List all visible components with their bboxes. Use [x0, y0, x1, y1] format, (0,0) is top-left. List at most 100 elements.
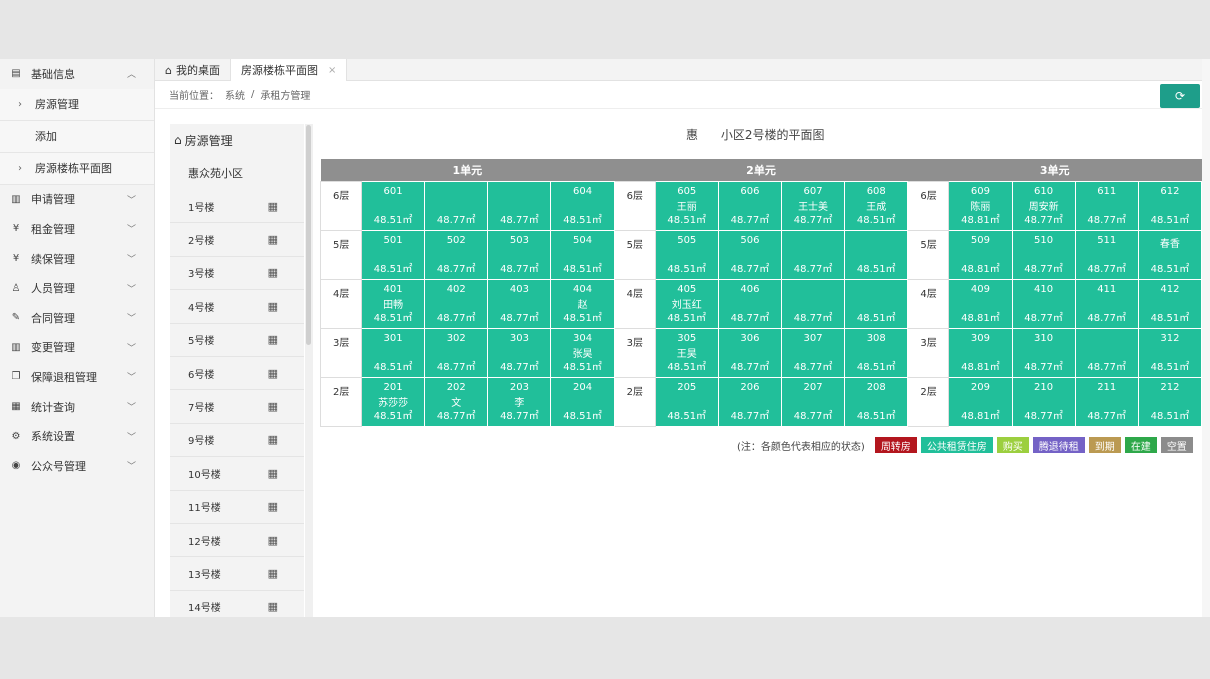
- building-item[interactable]: 11号楼 ▦: [170, 491, 304, 524]
- sidebar-item[interactable]: ▦ 统计查询 ﹀: [0, 392, 154, 422]
- room-cell[interactable]: 212 48.51㎡: [1137, 376, 1202, 427]
- room-cell[interactable]: 510 48.77㎡: [1011, 229, 1076, 280]
- room-cell[interactable]: 610 周安新 48.77㎡: [1011, 180, 1076, 231]
- building-item[interactable]: 7号楼 ▦: [170, 390, 304, 424]
- sidebar-item[interactable]: ✎ 合同管理 ﹀: [0, 303, 154, 333]
- room-cell[interactable]: 204 48.51㎡: [550, 376, 615, 427]
- room-cell[interactable]: 606 48.77㎡: [717, 180, 782, 231]
- room-number: 502: [446, 234, 466, 246]
- sidebar-item[interactable]: ¥ 租金管理 ﹀: [0, 214, 154, 244]
- building-item[interactable]: 12号楼 ▦: [170, 524, 304, 558]
- room-cell[interactable]: 307 48.77㎡: [780, 327, 846, 378]
- room-cell[interactable]: 304 张昊 48.51㎡: [550, 327, 615, 378]
- building-item[interactable]: 10号楼 ▦: [170, 457, 304, 491]
- estate-name[interactable]: 惠众苑小区: [170, 156, 304, 190]
- room-cell[interactable]: 48.77㎡: [424, 180, 489, 231]
- sidebar-item[interactable]: ▥ 申请管理 ﹀: [0, 185, 154, 215]
- building-item[interactable]: 6号楼 ▦: [170, 357, 304, 391]
- building-item[interactable]: 14号楼 ▦: [170, 591, 304, 617]
- room-cell[interactable]: 509 48.81㎡: [948, 229, 1013, 280]
- sidebar-item[interactable]: ¥ 续保管理 ﹀: [0, 244, 154, 274]
- sidebar-subitem[interactable]: › 房源管理: [0, 88, 154, 121]
- room-cell[interactable]: 501 48.51㎡: [360, 229, 426, 280]
- room-cell[interactable]: 48.77㎡: [780, 278, 846, 329]
- room-cell[interactable]: 611 48.77㎡: [1074, 180, 1139, 231]
- room-cell[interactable]: 301 48.51㎡: [360, 327, 426, 378]
- chevron-down-icon: ﹀: [126, 225, 136, 236]
- refresh-button[interactable]: ⟳: [1160, 84, 1200, 108]
- room-cell[interactable]: 404 赵 48.51㎡: [550, 278, 615, 329]
- room-cell[interactable]: 601 48.51㎡: [360, 180, 426, 231]
- room-cell[interactable]: 605 王丽 48.51㎡: [654, 180, 719, 231]
- room-cell[interactable]: 506 48.77㎡: [717, 229, 782, 280]
- close-icon[interactable]: ×: [328, 65, 336, 76]
- room-cell[interactable]: 411 48.77㎡: [1074, 278, 1139, 329]
- room-cell[interactable]: 406 48.77㎡: [717, 278, 782, 329]
- room-cell[interactable]: 206 48.77㎡: [717, 376, 782, 427]
- room-cell[interactable]: 310 48.77㎡: [1011, 327, 1076, 378]
- room-cell[interactable]: 309 48.81㎡: [948, 327, 1013, 378]
- room-cell[interactable]: 412 48.51㎡: [1137, 278, 1202, 329]
- room-cell[interactable]: 505 48.51㎡: [654, 229, 719, 280]
- building-item[interactable]: 1号楼 ▦: [170, 190, 304, 224]
- building-item[interactable]: 9号楼 ▦: [170, 424, 304, 458]
- room-cell[interactable]: 607 王士美 48.77㎡: [780, 180, 846, 231]
- room-cell[interactable]: 春香 48.51㎡: [1137, 229, 1202, 280]
- room-cell[interactable]: 608 王成 48.51㎡: [844, 180, 909, 231]
- room-cell[interactable]: 207 48.77㎡: [780, 376, 846, 427]
- room-number: 612: [1160, 185, 1180, 197]
- room-cell[interactable]: 48.77㎡: [780, 229, 846, 280]
- room-cell[interactable]: 203 李 48.77㎡: [487, 376, 552, 427]
- room-cell[interactable]: 209 48.81㎡: [948, 376, 1013, 427]
- tab-item[interactable]: 房源楼栋平面图 ×: [230, 59, 348, 81]
- room-cell[interactable]: 612 48.51㎡: [1137, 180, 1202, 231]
- sidebar-item[interactable]: ▥ 变更管理 ﹀: [0, 333, 154, 363]
- sidebar-subitem[interactable]: 添加: [0, 120, 154, 153]
- room-cell[interactable]: 210 48.77㎡: [1011, 376, 1076, 427]
- sidebar-item[interactable]: ♙ 人员管理 ﹀: [0, 273, 154, 303]
- room-area: 48.51㎡: [1150, 214, 1190, 226]
- room-cell[interactable]: 504 48.51㎡: [550, 229, 615, 280]
- room-cell[interactable]: 405 刘玉红 48.51㎡: [654, 278, 719, 329]
- sidebar-item[interactable]: ⚙ 系统设置 ﹀: [0, 421, 154, 451]
- room-cell[interactable]: 205 48.51㎡: [654, 376, 719, 427]
- room-cell[interactable]: 302 48.77㎡: [424, 327, 489, 378]
- tab-item[interactable]: ⌂ 我的桌面: [155, 59, 231, 81]
- room-cell[interactable]: 48.77㎡: [487, 180, 552, 231]
- room-cell[interactable]: 401 田畅 48.51㎡: [360, 278, 426, 329]
- building-item[interactable]: 4号楼 ▦: [170, 290, 304, 324]
- room-cell[interactable]: 48.51㎡: [844, 278, 909, 329]
- room-cell[interactable]: 609 陈丽 48.81㎡: [948, 180, 1013, 231]
- breadcrumb-item[interactable]: 承租方管理: [260, 87, 310, 102]
- room-cell[interactable]: 409 48.81㎡: [948, 278, 1013, 329]
- room-cell[interactable]: 402 48.77㎡: [424, 278, 489, 329]
- room-cell[interactable]: 410 48.77㎡: [1011, 278, 1076, 329]
- room-cell[interactable]: 403 48.77㎡: [487, 278, 552, 329]
- breadcrumb-item[interactable]: 系统: [225, 87, 245, 102]
- sidebar-item[interactable]: ❐ 保障退租管理 ﹀: [0, 362, 154, 392]
- room-cell[interactable]: 308 48.51㎡: [844, 327, 909, 378]
- building-item[interactable]: 2号楼 ▦: [170, 223, 304, 257]
- room-cell[interactable]: 305 王昊 48.51㎡: [654, 327, 719, 378]
- room-cell[interactable]: 211 48.77㎡: [1074, 376, 1139, 427]
- room-cell[interactable]: 511 48.77㎡: [1074, 229, 1139, 280]
- sidebar-subitem[interactable]: › 房源楼栋平面图: [0, 152, 154, 185]
- room-cell[interactable]: 604 48.51㎡: [550, 180, 615, 231]
- room-cell[interactable]: 503 48.77㎡: [487, 229, 552, 280]
- scrollbar-thumb[interactable]: [306, 125, 311, 345]
- building-item[interactable]: 13号楼 ▦: [170, 557, 304, 591]
- room-cell[interactable]: 208 48.51㎡: [844, 376, 909, 427]
- room-cell[interactable]: 201 苏莎莎 48.51㎡: [360, 376, 426, 427]
- building-item[interactable]: 3号楼 ▦: [170, 257, 304, 291]
- sidebar-item[interactable]: ▤ 基础信息 ︿: [0, 59, 154, 89]
- room-cell[interactable]: 502 48.77㎡: [424, 229, 489, 280]
- room-cell[interactable]: 48.51㎡: [844, 229, 909, 280]
- room-cell[interactable]: 312 48.51㎡: [1137, 327, 1202, 378]
- building-item[interactable]: 5号楼 ▦: [170, 324, 304, 357]
- sidebar-item[interactable]: ◉ 公众号管理 ﹀: [0, 451, 154, 481]
- room-cell[interactable]: 48.77㎡: [1074, 327, 1139, 378]
- room-cell[interactable]: 303 48.77㎡: [487, 327, 552, 378]
- room-cell[interactable]: 306 48.77㎡: [717, 327, 782, 378]
- room-cell[interactable]: 202 文 48.77㎡: [424, 376, 489, 427]
- floor-row: 3层 301 48.51㎡ 302 48.77㎡ 303 48.77㎡ 304 张昊 48.51㎡…: [320, 327, 1202, 378]
